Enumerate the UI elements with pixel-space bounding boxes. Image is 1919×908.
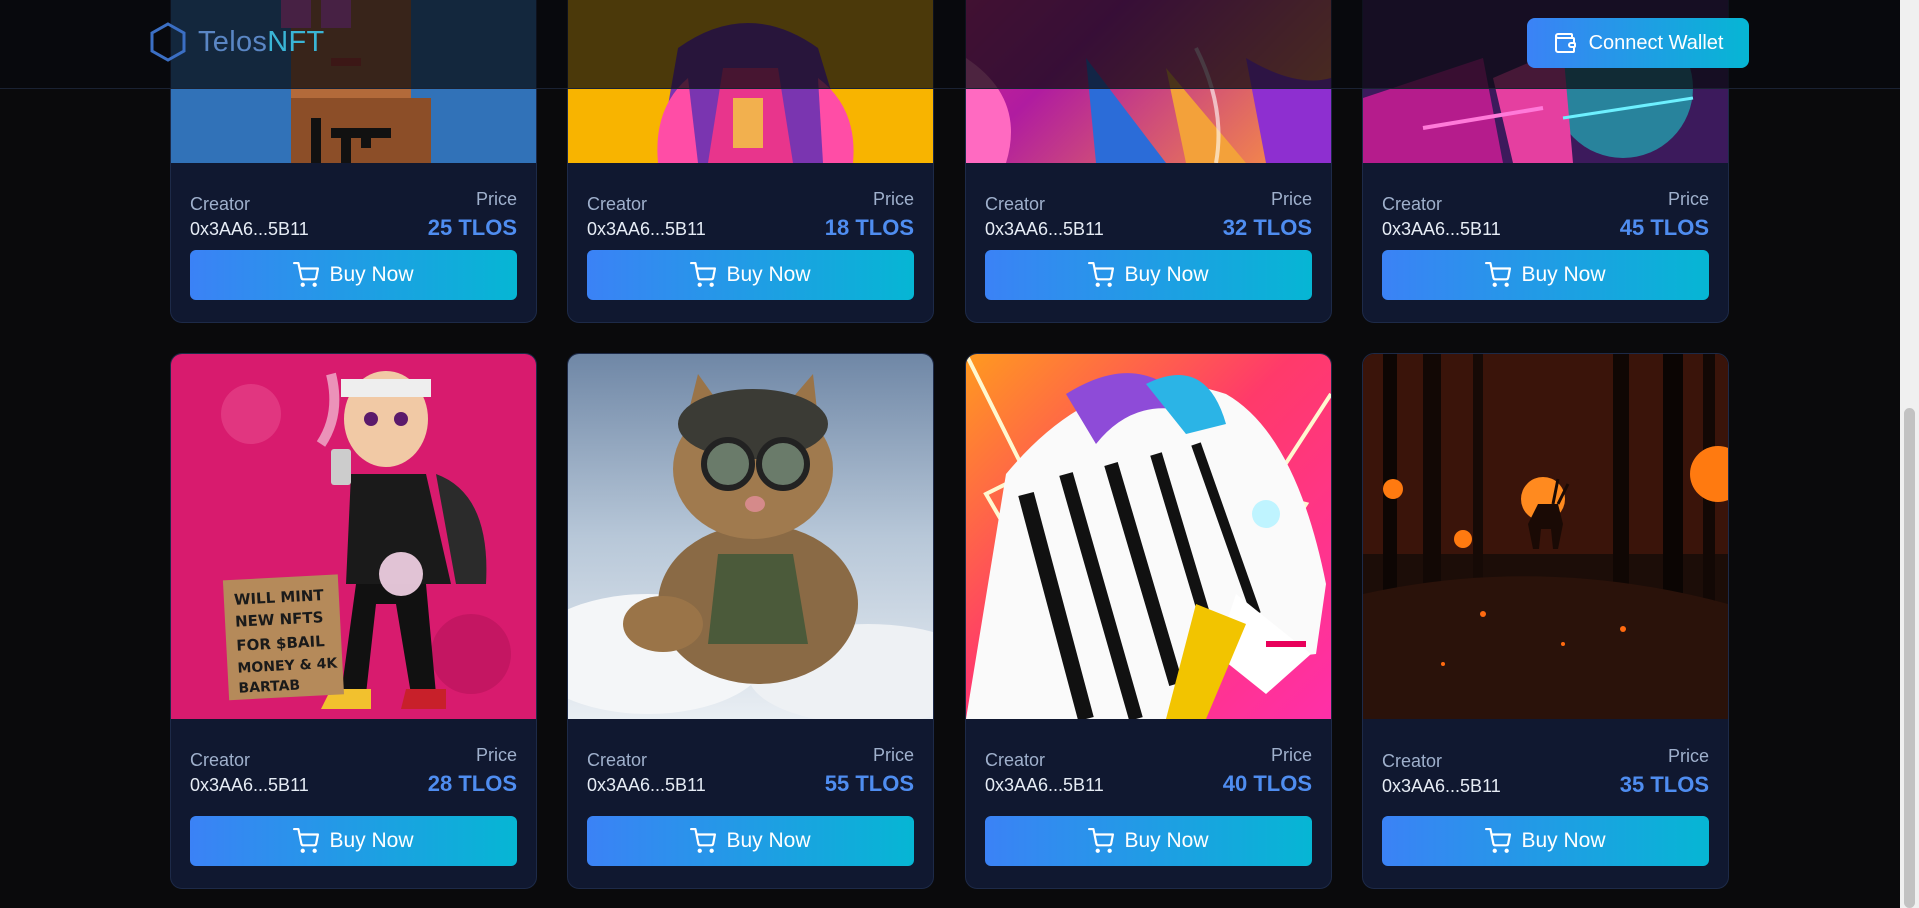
buy-now-button[interactable]: Buy Now (1382, 816, 1709, 866)
sign-text-line: BARTAB (238, 678, 300, 697)
price-label: Price (872, 189, 914, 209)
creator-label: Creator (1382, 751, 1443, 771)
buy-now-label: Buy Now (1124, 263, 1209, 286)
buy-now-label: Buy Now (726, 263, 811, 286)
buy-now-label: Buy Now (1521, 263, 1606, 286)
cart-icon (293, 262, 320, 287)
connect-wallet-label: Connect Wallet (1588, 31, 1724, 54)
creator-label: Creator (985, 194, 1046, 214)
creator-address: 0x3AA6...5B11 (1382, 776, 1501, 796)
page: Creator 0x3AA6...5B11 Price 25 TLOS Buy … (0, 0, 1900, 908)
price-value: 45 TLOS (1619, 215, 1709, 240)
creator-label: Creator (985, 750, 1046, 770)
creator-address: 0x3AA6...5B11 (985, 219, 1104, 239)
price-value: 35 TLOS (1619, 772, 1709, 797)
buy-now-button[interactable]: Buy Now (985, 250, 1312, 300)
buy-now-button[interactable]: Buy Now (190, 816, 517, 866)
connect-wallet-button[interactable]: Connect Wallet (1527, 18, 1749, 68)
price-label: Price (872, 745, 914, 765)
buy-now-button[interactable]: Buy Now (587, 816, 914, 866)
price-label: Price (1667, 189, 1709, 209)
hexagon-logo-icon (150, 22, 186, 62)
logo-text-nft: NFT (267, 25, 325, 58)
buy-now-button[interactable]: Buy Now (190, 250, 517, 300)
nft-image[interactable] (966, 354, 1331, 719)
creator-label: Creator (1382, 194, 1443, 214)
price-value: 55 TLOS (824, 771, 914, 796)
cart-icon (690, 262, 717, 287)
creator-address: 0x3AA6...5B11 (190, 219, 309, 239)
buy-now-button[interactable]: Buy Now (1382, 250, 1709, 300)
creator-address: 0x3AA6...5B11 (587, 219, 706, 239)
cart-icon (1485, 262, 1512, 287)
creator-label: Creator (587, 750, 648, 770)
cart-icon (1088, 262, 1115, 287)
wallet-icon (1554, 33, 1576, 53)
creator-address: 0x3AA6...5B11 (985, 775, 1104, 795)
logo[interactable]: TelosNFT (150, 22, 324, 62)
price-value: 18 TLOS (824, 215, 914, 240)
cart-icon (1485, 828, 1512, 853)
buy-now-label: Buy Now (1124, 829, 1209, 852)
price-value: 28 TLOS (427, 771, 517, 796)
cart-icon (1088, 828, 1115, 853)
buy-now-button[interactable]: Buy Now (985, 816, 1312, 866)
logo-text: TelosNFT (198, 26, 324, 59)
price-value: 25 TLOS (427, 215, 517, 240)
creator-address: 0x3AA6...5B11 (587, 775, 706, 795)
logo-text-telos: Telos (198, 25, 268, 58)
creator-address: 0x3AA6...5B11 (190, 775, 309, 795)
nft-card[interactable]: WILL MINT NEW NFTS FOR $BAIL MONEY & 4K … (170, 353, 537, 889)
nft-image[interactable] (1363, 354, 1728, 719)
price-label: Price (1270, 189, 1312, 209)
price-value: 32 TLOS (1222, 215, 1312, 240)
creator-label: Creator (587, 194, 648, 214)
cart-icon (293, 828, 320, 853)
price-label: Price (475, 745, 517, 765)
page-scrollbar[interactable] (1900, 0, 1919, 908)
buy-now-button[interactable]: Buy Now (587, 250, 914, 300)
creator-label: Creator (190, 194, 251, 214)
creator-label: Creator (190, 750, 251, 770)
nft-card[interactable]: Creator 0x3AA6...5B11 Price 55 TLOS Buy … (567, 353, 934, 889)
nft-image[interactable] (568, 354, 933, 719)
buy-now-label: Buy Now (726, 829, 811, 852)
scrollbar-thumb[interactable] (1904, 408, 1915, 908)
buy-now-label: Buy Now (329, 263, 414, 286)
price-label: Price (1270, 745, 1312, 765)
nft-image[interactable]: WILL MINT NEW NFTS FOR $BAIL MONEY & 4K … (171, 354, 536, 719)
top-nav: TelosNFT Connect Wallet (0, 0, 1900, 89)
price-label: Price (475, 189, 517, 209)
buy-now-label: Buy Now (1521, 829, 1606, 852)
nft-card[interactable]: Creator 0x3AA6...5B11 Price 35 TLOS Buy … (1362, 353, 1729, 889)
cart-icon (690, 828, 717, 853)
price-label: Price (1667, 746, 1709, 766)
creator-address: 0x3AA6...5B11 (1382, 219, 1501, 239)
nft-card[interactable]: Creator 0x3AA6...5B11 Price 40 TLOS Buy … (965, 353, 1332, 889)
price-value: 40 TLOS (1222, 771, 1312, 796)
buy-now-label: Buy Now (329, 829, 414, 852)
